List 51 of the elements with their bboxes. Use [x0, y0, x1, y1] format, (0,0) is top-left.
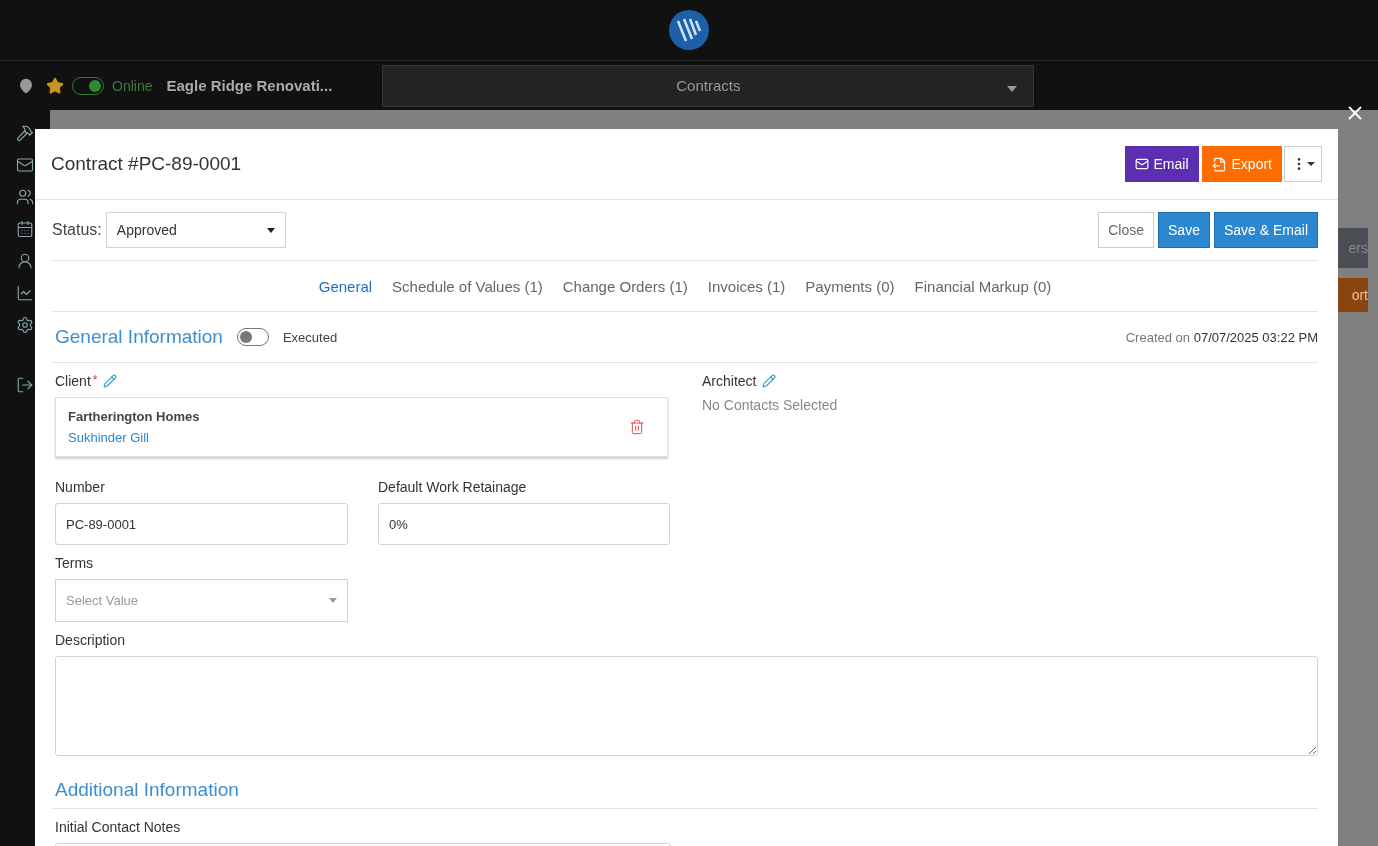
retainage-label: Default Work Retainage: [378, 479, 528, 495]
tab[interactable]: Schedule of Values (1): [392, 277, 543, 295]
client-contact-link[interactable]: Sukhinder Gill: [68, 430, 629, 445]
terms-label: Terms: [55, 555, 95, 571]
section-title: General Information: [55, 326, 223, 348]
calendar-icon: [16, 220, 34, 238]
users-icon: [16, 188, 34, 206]
modal-title: Contract #PC-89-0001: [51, 153, 243, 175]
module-dropdown[interactable]: Contracts: [382, 64, 1035, 107]
save-button[interactable]: Save: [1158, 212, 1210, 248]
envelope-icon: [1134, 157, 1149, 171]
status-dropdown[interactable]: Approved: [105, 212, 286, 248]
status-label: Status:: [52, 221, 102, 239]
trash-icon[interactable]: [629, 419, 645, 435]
executed-label: Executed: [282, 329, 338, 345]
created-on-text: Created on 07/07/2025 03:22 PM: [1125, 329, 1318, 345]
client-company: Fartherington Homes: [68, 409, 201, 424]
caret-icon: [1307, 162, 1315, 166]
settings-icon: [16, 316, 34, 334]
tab[interactable]: General: [318, 277, 373, 295]
online-label: Online: [112, 77, 153, 94]
description-input[interactable]: [55, 656, 1318, 756]
no-contacts-text: No Contacts Selected: [702, 397, 839, 413]
notes-label: Initial Contact Notes: [55, 819, 182, 835]
save-email-button[interactable]: Save & Email: [1213, 212, 1318, 248]
star-icon[interactable]: [46, 76, 64, 95]
required-mark: *: [92, 373, 98, 387]
chart-icon: [16, 284, 34, 302]
description-label: Description: [55, 632, 127, 648]
section-title: Additional Information: [55, 779, 239, 801]
tab[interactable]: Payments (0): [805, 277, 895, 295]
hammer-icon: [16, 124, 34, 142]
tab[interactable]: Invoices (1): [707, 277, 786, 295]
number-label: Number: [55, 479, 106, 495]
project-name[interactable]: Eagle Ridge Renovati...: [166, 77, 333, 94]
architect-label: Architect: [702, 373, 757, 389]
email-button[interactable]: Email: [1124, 146, 1199, 182]
file-export-icon: [1211, 156, 1227, 172]
retainage-input[interactable]: 0%: [378, 503, 670, 545]
number-input[interactable]: PC-89-0001: [55, 503, 348, 545]
more-menu-button[interactable]: [1284, 146, 1322, 182]
logo-icon: [668, 9, 710, 51]
close-button[interactable]: Close: [1098, 212, 1155, 248]
client-label: Client: [55, 373, 91, 389]
mail-icon: [16, 156, 34, 174]
tab[interactable]: Financial Markup (0): [914, 277, 1052, 295]
logout-icon: [16, 376, 34, 394]
location-pin-icon[interactable]: [18, 77, 34, 94]
edit-pencil-icon[interactable]: [762, 374, 777, 388]
edit-pencil-icon[interactable]: [103, 374, 118, 388]
tab[interactable]: Change Orders (1): [562, 277, 688, 295]
